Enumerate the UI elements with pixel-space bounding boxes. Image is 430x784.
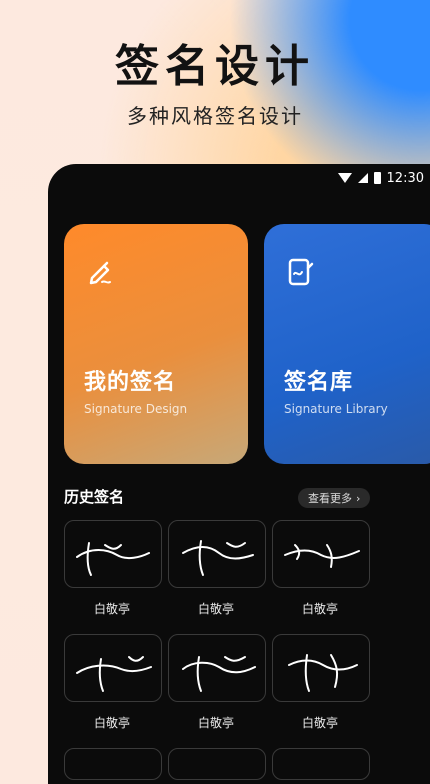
signature-library-title: 签名库 xyxy=(284,370,354,395)
status-bar: 12:30 xyxy=(337,168,424,188)
signature-name: 白敬亭 xyxy=(301,716,338,730)
my-signature-subtitle: Signature Design xyxy=(84,402,188,416)
signature-stroke xyxy=(182,540,254,576)
signature-thumbnail[interactable] xyxy=(272,520,370,588)
view-more-label: 查看更多 xyxy=(308,492,352,505)
my-signature-title: 我的签名 xyxy=(84,370,177,395)
signature-thumbnail[interactable] xyxy=(168,634,266,702)
promo-title: 签名设计 xyxy=(115,41,315,92)
signature-stroke xyxy=(288,654,358,692)
signal-icon xyxy=(357,173,368,183)
chevron-right-icon: › xyxy=(356,491,361,505)
phone-screen: 12:30 我的签名 Signature Design 签名库 Signatur… xyxy=(48,164,430,784)
wifi-icon xyxy=(337,173,352,183)
pen-edit-icon xyxy=(89,261,111,285)
signature-name: 白敬亭 xyxy=(197,716,234,730)
signature-library-subtitle: Signature Library xyxy=(284,402,388,416)
signature-illustration xyxy=(294,450,430,464)
signature-library-card[interactable]: 签名库 Signature Library xyxy=(264,224,430,464)
signature-name: 白敬亭 xyxy=(197,602,234,616)
signature-thumbnail[interactable] xyxy=(272,634,370,702)
history-section-title: 历史签名 xyxy=(64,488,125,506)
signature-thumbnail[interactable] xyxy=(64,748,162,780)
view-more-button[interactable]: 查看更多 › xyxy=(298,488,371,508)
signature-name: 白敬亭 xyxy=(301,602,338,616)
signature-name: 白敬亭 xyxy=(93,602,130,616)
status-time: 12:30 xyxy=(386,170,424,186)
signature-thumbnail[interactable] xyxy=(64,520,162,588)
signature-stroke xyxy=(76,656,152,692)
signature-stroke xyxy=(284,544,360,568)
signature-name: 白敬亭 xyxy=(93,716,130,730)
battery-icon xyxy=(373,172,381,184)
signature-stroke xyxy=(182,656,256,692)
my-signature-card[interactable]: 我的签名 Signature Design xyxy=(64,224,248,464)
promo-subtitle: 多种风格签名设计 xyxy=(127,104,303,128)
signature-thumbnail[interactable] xyxy=(168,520,266,588)
signature-thumbnail[interactable] xyxy=(64,634,162,702)
signature-thumbnail[interactable] xyxy=(272,748,370,780)
signature-stroke xyxy=(76,542,150,576)
tablet-pen-icon xyxy=(288,258,314,286)
signature-illustration xyxy=(94,450,244,464)
signature-thumbnail[interactable] xyxy=(168,748,266,780)
